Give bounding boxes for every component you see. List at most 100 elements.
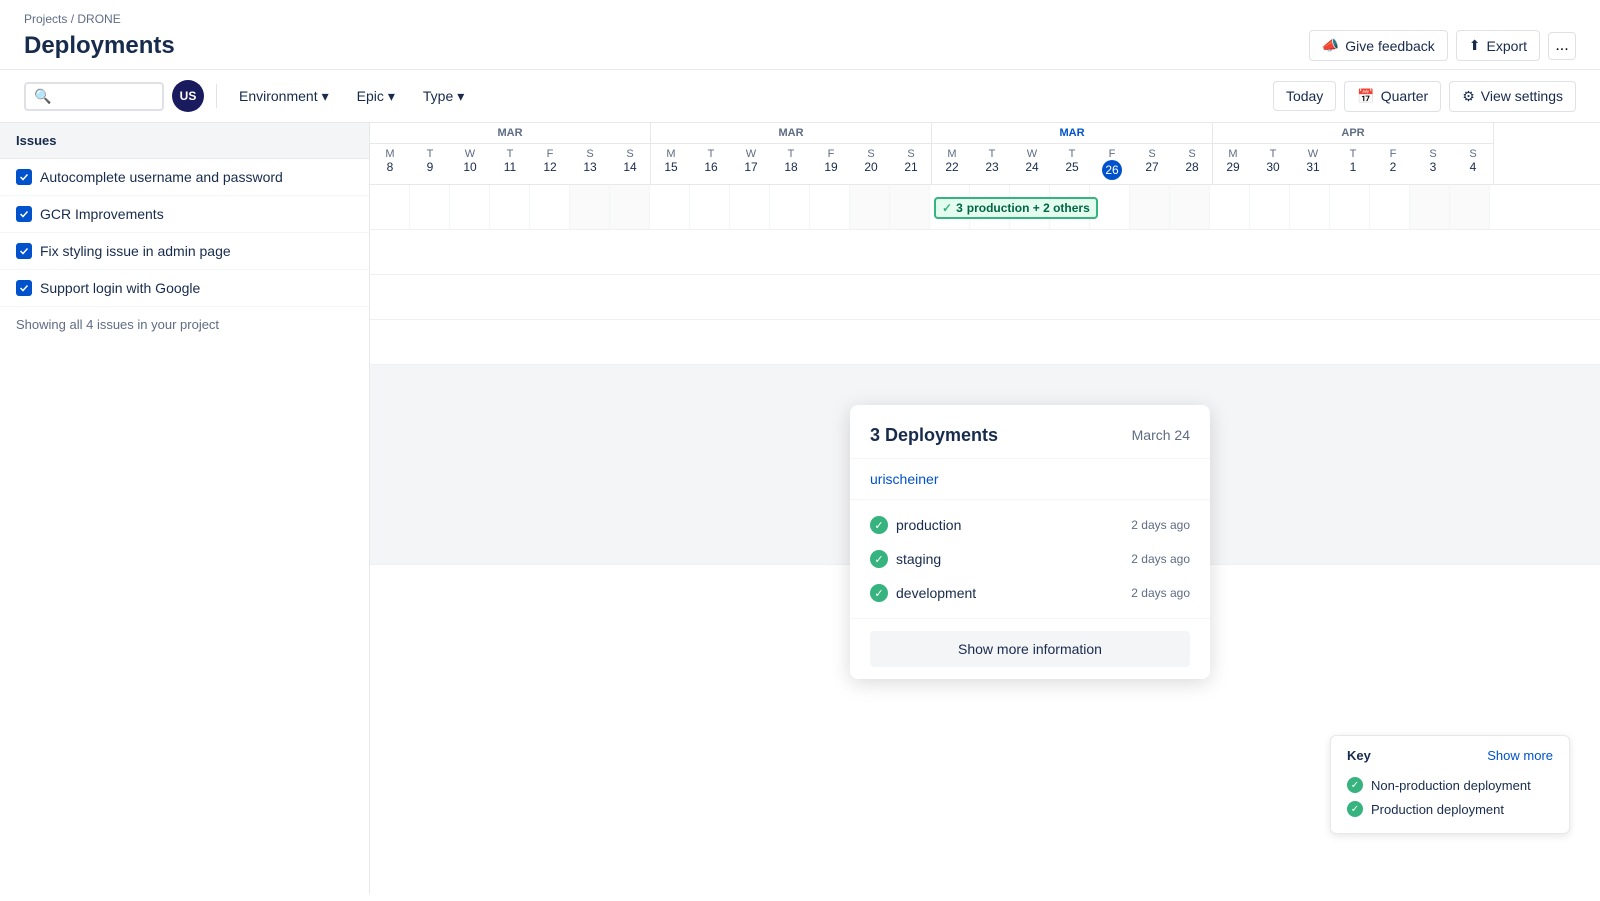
feedback-button[interactable]: 📣 Give feedback [1309, 30, 1448, 61]
grid-col [610, 185, 650, 229]
deployment-time-2: 2 days ago [1131, 552, 1190, 566]
grid-col [370, 185, 410, 229]
divider [216, 84, 217, 108]
deployment-item-2: ✓ staging 2 days ago [870, 542, 1190, 576]
epic-filter[interactable]: Epic ▾ [347, 82, 405, 111]
legend-icon-2: ✓ [1347, 801, 1363, 817]
month-label-1: MAR [370, 123, 650, 144]
legend-header: Key Show more [1347, 748, 1553, 763]
toolbar: 🔍 US Environment ▾ Epic ▾ Type ▾ Today 📅… [0, 70, 1600, 123]
popup-header: 3 Deployments March 24 [850, 405, 1210, 459]
quarter-button[interactable]: 📅 Quarter [1344, 81, 1441, 112]
legend-title: Key [1347, 748, 1371, 763]
grid-col [890, 185, 930, 229]
issue-item[interactable]: Autocomplete username and password [0, 159, 369, 196]
export-button[interactable]: ⬆ Export [1456, 30, 1540, 61]
environment-filter[interactable]: Environment ▾ [229, 82, 339, 111]
ellipsis-icon: ... [1555, 37, 1568, 55]
day-cell: T11 [490, 144, 530, 178]
grid-col [650, 185, 690, 229]
day-cell: M15 [651, 144, 691, 178]
grid-col [1370, 185, 1410, 229]
grid-col [1130, 185, 1170, 229]
issue-item[interactable]: GCR Improvements [0, 196, 369, 233]
day-cell: F2 [1373, 144, 1413, 178]
day-cell: M29 [1213, 144, 1253, 178]
top-bar: Projects / DRONE Deployments 📣 Give feed… [0, 0, 1600, 70]
success-icon: ✓ [870, 584, 888, 602]
grid-col [1170, 185, 1210, 229]
deployment-time-1: 2 days ago [1131, 518, 1190, 532]
checkbox-3[interactable] [16, 243, 32, 259]
checkbox-4[interactable] [16, 280, 32, 296]
issue-text-3: Fix styling issue in admin page [40, 243, 231, 259]
grid-col [1250, 185, 1290, 229]
grid-col [850, 185, 890, 229]
today-button[interactable]: Today [1273, 81, 1336, 111]
popup-title-group: 3 Deployments [870, 425, 998, 446]
grid-col [1410, 185, 1450, 229]
day-cell: S20 [851, 144, 891, 178]
grid-col [530, 185, 570, 229]
calendar-header: MAR M8 T9 W10 T11 F12 S13 S14 MAR M15 T1… [370, 123, 1600, 185]
checkbox-2[interactable] [16, 206, 32, 222]
deployment-item-3: ✓ development 2 days ago [870, 576, 1190, 610]
day-cell: T18 [771, 144, 811, 178]
deployment-left: ✓ production [870, 516, 961, 534]
deployment-time-3: 2 days ago [1131, 586, 1190, 600]
month-label-2: MAR [651, 123, 931, 144]
day-cell: S21 [891, 144, 931, 178]
search-box[interactable]: 🔍 [24, 82, 164, 111]
search-input[interactable] [55, 88, 154, 104]
day-cell: W31 [1293, 144, 1333, 178]
deployment-item-1: ✓ production 2 days ago [870, 508, 1190, 542]
day-cell-today: F26 [1092, 144, 1132, 184]
day-cell: F19 [811, 144, 851, 178]
month-group-1: MAR M8 T9 W10 T11 F12 S13 S14 [370, 123, 651, 184]
success-icon: ✓ [870, 516, 888, 534]
legend-icon-1: ✓ [1347, 777, 1363, 793]
calendar-panel: MAR M8 T9 W10 T11 F12 S13 S14 MAR M15 T1… [370, 123, 1600, 894]
megaphone-icon: 📣 [1322, 37, 1339, 54]
search-icon: 🔍 [34, 88, 51, 105]
day-cell: S14 [610, 144, 650, 178]
grid-col [410, 185, 450, 229]
view-settings-button[interactable]: ⚙ View settings [1449, 81, 1576, 112]
grid-col [690, 185, 730, 229]
deployment-name-1: production [896, 517, 961, 533]
grid-col [490, 185, 530, 229]
popup-deployments: ✓ production 2 days ago ✓ staging 2 days… [850, 500, 1210, 618]
checkbox-1[interactable] [16, 169, 32, 185]
legend-item-1: ✓ Non-production deployment [1347, 773, 1553, 797]
chevron-down-icon: ▾ [457, 88, 464, 105]
issue-item[interactable]: Support login with Google [0, 270, 369, 307]
grid-col [570, 185, 610, 229]
more-options-button[interactable]: ... [1548, 32, 1576, 60]
day-cell: S4 [1453, 144, 1493, 178]
success-icon: ✓ [870, 550, 888, 568]
grid-col [1450, 185, 1490, 229]
legend: Key Show more ✓ Non-production deploymen… [1330, 735, 1570, 834]
calendar-row-4 [370, 320, 1600, 365]
day-cell: T25 [1052, 144, 1092, 184]
deployment-badge[interactable]: ✓ 3 production + 2 others [934, 197, 1098, 219]
day-cell: W24 [1012, 144, 1052, 184]
deployment-name-3: development [896, 585, 976, 601]
check-icon: ✓ [942, 201, 952, 215]
legend-show-more-link[interactable]: Show more [1487, 748, 1553, 763]
breadcrumb-projects[interactable]: Projects [24, 12, 67, 26]
calendar-body: ✓ 3 production + 2 others 3 Deployments … [370, 185, 1600, 585]
day-cell: T9 [410, 144, 450, 178]
issue-item[interactable]: Fix styling issue in admin page [0, 233, 369, 270]
day-cell: S27 [1132, 144, 1172, 184]
issue-text-2: GCR Improvements [40, 206, 164, 222]
type-filter[interactable]: Type ▾ [413, 82, 474, 111]
legend-label-1: Non-production deployment [1371, 778, 1531, 793]
page-title: Deployments [24, 32, 175, 60]
avatar[interactable]: US [172, 80, 204, 112]
toolbar-right: Today 📅 Quarter ⚙ View settings [1273, 81, 1576, 112]
show-more-button[interactable]: Show more information [870, 631, 1190, 667]
popup-user[interactable]: urischeiner [850, 459, 1210, 500]
issues-header: Issues [0, 123, 369, 159]
day-cell: M22 [932, 144, 972, 184]
